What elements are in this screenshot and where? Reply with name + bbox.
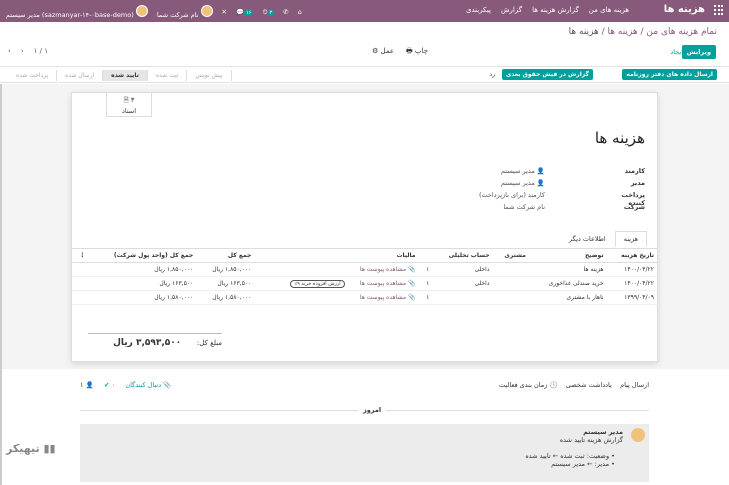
followers-button[interactable]: ۱ 👤 bbox=[80, 381, 94, 389]
col-total-company: جمع کل (واحد پول شرکت) bbox=[89, 248, 198, 263]
create-button[interactable]: ایجاد bbox=[665, 45, 688, 59]
document-icon: 🗎 bbox=[123, 96, 129, 104]
tracking-change: • وضعیت: ثبت شده ← تایید شده bbox=[525, 452, 615, 460]
stage-posted[interactable]: ارسال شده bbox=[57, 70, 104, 81]
menu-expense-reports[interactable]: گزارش هزینه ها bbox=[532, 6, 579, 14]
view-attachments-link[interactable]: 📎 مشاهده پیوست ها bbox=[360, 266, 416, 273]
watermark-logo: تیهیکر ▮▮ bbox=[6, 442, 56, 455]
menu-reporting[interactable]: گزارش bbox=[501, 6, 522, 14]
print-button[interactable]: 🖶 چاپ bbox=[406, 47, 428, 58]
stage-pipeline: پیش نویس ثبت شده تایید شده ارسال شده پرد… bbox=[8, 70, 232, 81]
systray: مدیر سیستم (sazmanyar-۱۴-۰base-demo) نام… bbox=[6, 5, 302, 19]
company-switcher[interactable]: نام شرکت شما bbox=[157, 5, 213, 19]
breadcrumb-all-expenses[interactable]: تمام هزینه های من bbox=[646, 27, 717, 37]
manager-field: مدیر 👤 مدیر سیستم bbox=[500, 179, 645, 187]
tab-other-info[interactable]: اطلاعات دیگر bbox=[560, 231, 615, 247]
col-total: جمع کل bbox=[197, 248, 256, 263]
tracking-change: • مدیر: ← مدیر سیستم bbox=[551, 460, 615, 468]
company-value[interactable]: نام شرکت شما bbox=[503, 203, 545, 211]
bug-icon[interactable]: ⌂ bbox=[298, 8, 302, 16]
stage-approved[interactable]: تایید شده bbox=[103, 70, 148, 81]
log-note-button[interactable]: یادداشت شخصی bbox=[566, 381, 612, 389]
author-avatar bbox=[631, 428, 645, 442]
message-author[interactable]: مدیر سیستم bbox=[80, 428, 623, 436]
employee-value[interactable]: 👤 مدیر سیستم bbox=[501, 167, 545, 175]
report-payslip-button[interactable]: گزارش در فیش حقوق بعدی bbox=[501, 69, 593, 80]
activity-clock-icon[interactable]: ⏲ ۳ bbox=[262, 8, 275, 17]
breadcrumb: تمام هزینه های من / هزینه ها / هزینه ها bbox=[568, 27, 717, 37]
send-message-button[interactable]: ارسال پیام bbox=[620, 381, 649, 389]
chatter-right-tools: ۱ 👤 ✔ دنبال کنندگان ۰ 📎 bbox=[80, 381, 171, 389]
refuse-button[interactable]: رد bbox=[485, 69, 499, 80]
schedule-activity-button[interactable]: 🕓 زمان بندی فعالیت bbox=[499, 381, 558, 389]
tab-expense[interactable]: هزینه bbox=[614, 231, 647, 247]
user-menu[interactable]: مدیر سیستم (sazmanyar-۱۴-۰base-demo) bbox=[6, 5, 148, 19]
status-bar: ارسال داده های دفتر روزنامه گزارش در فیش… bbox=[0, 66, 729, 83]
view-attachments-link[interactable]: 📎 مشاهده پیوست ها bbox=[360, 294, 416, 301]
menu-my-expenses[interactable]: هزینه های من bbox=[589, 6, 629, 14]
tax-tag[interactable]: ارزش افزوده خرید ۹٪ bbox=[290, 280, 345, 288]
message-body: گزارش هزینه تایید شده bbox=[559, 436, 623, 444]
form-tabs: هزینه اطلاعات دیگر bbox=[560, 231, 647, 247]
table-row[interactable]: ۱۳۹۹/۰۴/۰۹ ناهار با مشتری ۱ 📎 مشاهده پیو… bbox=[72, 290, 658, 305]
pager: ‹ › ۱ / ۱ bbox=[8, 47, 48, 55]
menu-configuration[interactable]: پیکربندی bbox=[466, 6, 491, 14]
today-label: امروز bbox=[358, 406, 387, 414]
company-field: شرکت نام شرکت شما bbox=[503, 203, 645, 211]
pager-next-icon[interactable]: › bbox=[21, 47, 24, 55]
post-journal-button[interactable]: ارسال داده های دفتر روزنامه bbox=[622, 69, 717, 80]
stage-submitted[interactable]: ثبت شده bbox=[148, 70, 188, 81]
company-avatar bbox=[200, 5, 213, 17]
table-row[interactable]: ۱۴۰۰/۰۴/۲۲ خرید صندلی غذاخوری داخلی ۱ 📎 … bbox=[72, 276, 658, 291]
col-date: تاریخ هزینه bbox=[607, 248, 658, 263]
form-title: هزینه ها bbox=[594, 129, 645, 147]
manager-value[interactable]: 👤 مدیر سیستم bbox=[501, 179, 545, 187]
scrollbar[interactable] bbox=[0, 84, 2, 485]
column-options-icon[interactable]: ⋮ bbox=[72, 248, 90, 263]
stage-draft[interactable]: پیش نویس bbox=[187, 70, 232, 81]
col-description: توضیح bbox=[529, 248, 608, 263]
chatter-topbar: ارسال پیام یادداشت شخصی 🕓 زمان بندی فعال… bbox=[80, 381, 649, 389]
breadcrumb-expenses[interactable]: هزینه ها bbox=[608, 27, 638, 37]
pager-prev-icon[interactable]: ‹ bbox=[8, 47, 11, 55]
phone-icon[interactable]: ✆ bbox=[283, 8, 288, 16]
view-attachments-link[interactable]: 📎 مشاهده پیوست ها bbox=[360, 280, 416, 287]
expense-lines-table: تاریخ هزینه توضیح مشتری حساب تحلیلی مالی… bbox=[72, 248, 658, 305]
action-menus: ⚙ عمل 🖶 چاپ bbox=[372, 47, 428, 58]
action-button[interactable]: ⚙ عمل bbox=[372, 47, 394, 58]
stage-paid[interactable]: پرداخت شده bbox=[8, 70, 58, 81]
documents-smart-button[interactable]: 🗎 ۳ اسناد bbox=[106, 93, 152, 117]
col-customer: مشتری bbox=[493, 248, 530, 263]
app-brand[interactable]: هزینه ها bbox=[664, 4, 705, 15]
employee-field: کارمند 👤 مدیر سیستم bbox=[500, 167, 645, 175]
messages-icon[interactable]: 💬 ۱۶ bbox=[236, 8, 254, 16]
col-attachments bbox=[419, 248, 434, 263]
close-icon[interactable]: ✕ bbox=[222, 8, 227, 16]
table-row[interactable]: ۱۴۰۰/۰۴/۲۲ هزینه ها داخلی ۱ 📎 مشاهده پیو… bbox=[72, 262, 658, 277]
pager-value[interactable]: ۱ / ۱ bbox=[34, 47, 48, 55]
navbar: هزینه ها هزینه های من گزارش هزینه ها گزا… bbox=[0, 0, 729, 22]
chatter-message: مدیر سیستم گزارش هزینه تایید شده • وضعیت… bbox=[80, 424, 649, 482]
form-sheet: 🗎 ۳ اسناد هزینه ها کارمند 👤 مدیر سیستم م… bbox=[71, 92, 658, 362]
top-menu: هزینه های من گزارش هزینه ها گزارش پیکربن… bbox=[466, 6, 629, 14]
grand-total: مبلغ کل: ۳,۵۹۳,۵۰۰ ریال bbox=[88, 333, 222, 348]
col-analytic-account: حساب تحلیلی bbox=[433, 248, 494, 263]
breadcrumb-current: هزینه ها bbox=[568, 27, 599, 37]
user-avatar bbox=[135, 5, 148, 17]
apps-menu-icon[interactable] bbox=[713, 5, 723, 15]
col-taxes: مالیات bbox=[255, 248, 420, 263]
